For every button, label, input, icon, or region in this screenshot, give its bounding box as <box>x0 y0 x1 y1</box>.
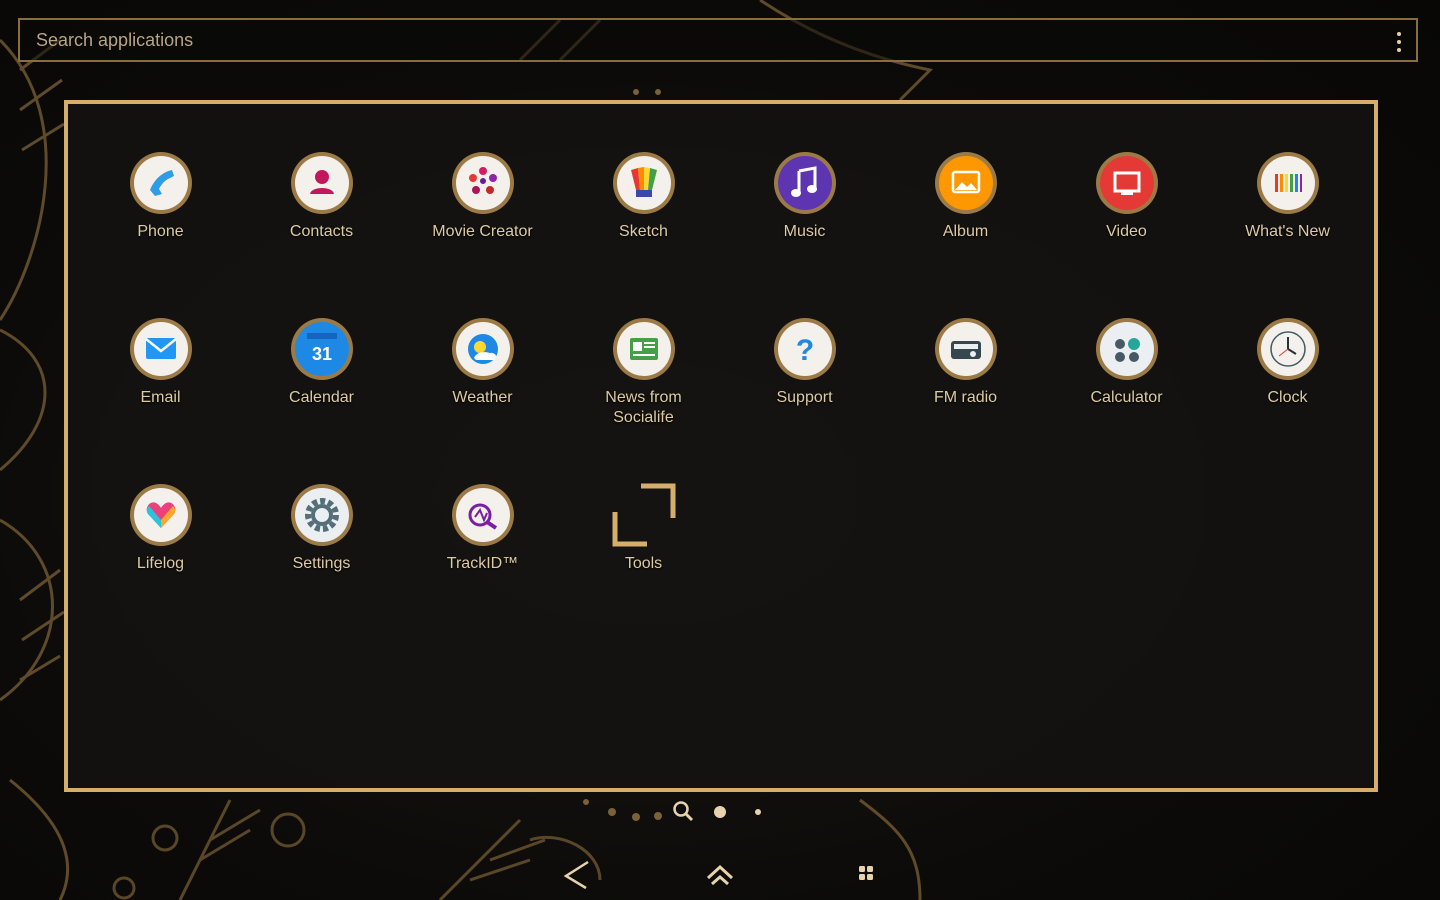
phone-icon <box>129 152 192 214</box>
search-page-icon[interactable] <box>673 801 694 822</box>
app-settings[interactable]: Settings <box>241 482 402 648</box>
video-icon <box>1095 152 1158 214</box>
page-indicator <box>673 801 761 822</box>
album-icon <box>934 152 997 214</box>
folder-tools[interactable]: Tools <box>563 482 724 648</box>
app-news-from-socialife[interactable]: News from Socialife <box>563 316 724 482</box>
app-email[interactable]: Email <box>80 316 241 482</box>
trackid-icon <box>451 484 514 546</box>
app-weather[interactable]: Weather <box>402 316 563 482</box>
app-album[interactable]: Album <box>885 150 1046 316</box>
search-bar[interactable]: Search applications <box>18 18 1418 62</box>
calendar-icon: 31 <box>290 318 353 380</box>
svg-text:?: ? <box>795 334 813 367</box>
app-clock[interactable]: Clock <box>1207 316 1368 482</box>
app-sketch[interactable]: Sketch <box>563 150 724 316</box>
app-movie-creator[interactable]: Movie Creator <box>402 150 563 316</box>
page-dot[interactable] <box>755 809 761 815</box>
app-calendar[interactable]: 31 Calendar <box>241 316 402 482</box>
whats-new-icon <box>1256 152 1319 214</box>
search-input[interactable]: Search applications <box>36 30 193 51</box>
navigation-bar <box>0 846 1440 900</box>
home-button[interactable] <box>700 856 740 892</box>
email-icon <box>129 318 192 380</box>
sketch-icon <box>612 152 675 214</box>
clock-icon <box>1256 318 1319 380</box>
movie-creator-icon <box>451 152 514 214</box>
back-button[interactable] <box>556 856 596 892</box>
app-fm-radio[interactable]: FM radio <box>885 316 1046 482</box>
settings-icon <box>290 484 353 546</box>
app-music[interactable]: Music <box>724 150 885 316</box>
tools-folder-icon <box>612 483 675 547</box>
music-icon <box>773 152 836 214</box>
apps-panel: Phone Contacts Movie Creator Sketch Musi… <box>64 100 1378 792</box>
home-icon <box>706 864 734 886</box>
overflow-menu-icon[interactable] <box>1396 32 1402 52</box>
app-contacts[interactable]: Contacts <box>241 150 402 316</box>
fm-radio-icon <box>934 318 997 380</box>
app-lifelog[interactable]: Lifelog <box>80 482 241 648</box>
app-trackid[interactable]: TrackID™ <box>402 482 563 648</box>
back-icon <box>563 860 589 890</box>
svg-text:31: 31 <box>311 344 331 364</box>
recent-apps-button[interactable] <box>845 856 885 892</box>
app-phone[interactable]: Phone <box>80 150 241 316</box>
lifelog-icon <box>129 484 192 546</box>
app-support[interactable]: ? Support <box>724 316 885 482</box>
contacts-icon <box>290 152 353 214</box>
page-dot-active[interactable] <box>714 806 726 818</box>
news-icon <box>612 318 675 380</box>
app-drawer-screen: Search applications Phone Contacts Movie… <box>0 0 1440 900</box>
weather-icon <box>451 318 514 380</box>
app-whats-new[interactable]: What's New <box>1207 150 1368 316</box>
app-calculator[interactable]: Calculator <box>1046 316 1207 482</box>
app-video[interactable]: Video <box>1046 150 1207 316</box>
recent-apps-icon <box>859 866 873 880</box>
support-icon: ? <box>773 318 836 380</box>
calculator-icon <box>1095 318 1158 380</box>
app-grid: Phone Contacts Movie Creator Sketch Musi… <box>80 150 1370 648</box>
